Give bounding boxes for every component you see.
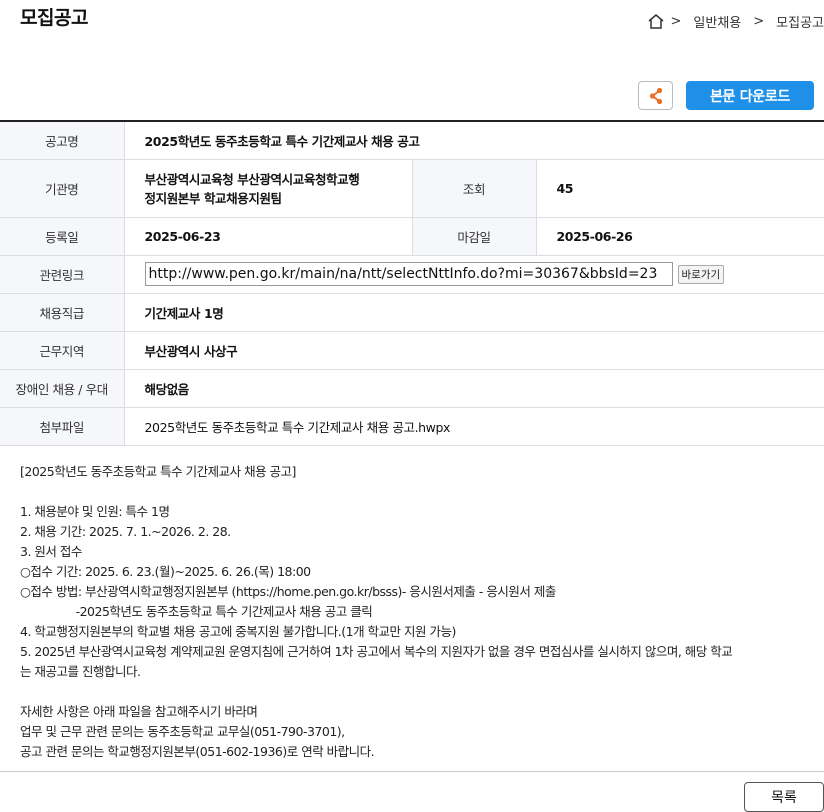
views-value: 45 <box>536 159 824 218</box>
notice-body-line: 4. 학교행정지원본부의 학교별 채용 공고에 중복지원 불가합니다.(1개 학… <box>20 624 456 639</box>
notice-info-table: 공고명 2025학년도 동주초등학교 특수 기간제교사 채용 공고 기관명 부산… <box>0 120 824 446</box>
download-body-button[interactable]: 본문 다운로드 <box>686 81 814 110</box>
notice-body-line: 5. 2025년 부산광역시교육청 계약제교원 운영지침에 근거하여 1차 공고… <box>20 644 733 659</box>
notice-body-line: ○접수 기간: 2025. 6. 23.(월)~2025. 6. 26.(목) … <box>20 564 311 579</box>
share-icon <box>649 87 662 104</box>
table-row: 근무지역 부산광역시 사상구 <box>0 331 824 370</box>
position-value: 기간제교사 1명 <box>124 293 824 332</box>
notice-body-line <box>20 682 802 702</box>
notice-name-value: 2025학년도 동주초등학교 특수 기간제교사 채용 공고 <box>124 121 824 160</box>
notice-body-line: 3. 원서 접수 <box>20 544 82 559</box>
notice-body: [2025학년도 동주초등학교 특수 기간제교사 채용 공고] 1. 채용분야 및… <box>20 462 802 762</box>
list-button[interactable]: 목록 <box>744 782 824 812</box>
notice-body-line: [2025학년도 동주초등학교 특수 기간제교사 채용 공고] <box>20 464 296 479</box>
table-row: 등록일 2025-06-23 마감일 2025-06-26 <box>0 217 824 256</box>
go-link-button[interactable]: 바로가기 <box>677 264 725 284</box>
table-row: 공고명 2025학년도 동주초등학교 특수 기간제교사 채용 공고 <box>0 121 824 160</box>
notice-body-line <box>20 482 802 502</box>
position-label: 채용직급 <box>0 293 125 332</box>
related-link-input[interactable] <box>144 262 673 286</box>
table-row: 채용직급 기간제교사 1명 <box>0 293 824 332</box>
breadcrumb-item-notice[interactable]: 모집공고 <box>776 12 824 31</box>
disability-label: 장애인 채용 / 우대 <box>0 369 125 408</box>
agency-value-line: 정지원본부 학교채용지원팀 <box>144 191 283 206</box>
notice-body-line: ○접수 방법: 부산광역시학교행정지원본부 (https://home.pen.… <box>20 584 556 599</box>
breadcrumb: > 일반채용 > 모집공고 <box>647 12 824 31</box>
table-row: 장애인 채용 / 우대 해당없음 <box>0 369 824 408</box>
breadcrumb-item-general-recruitment[interactable]: 일반채용 <box>693 12 741 31</box>
related-link-label: 관련링크 <box>0 255 125 294</box>
views-label: 조회 <box>412 159 537 218</box>
attachment-label: 첨부파일 <box>0 407 125 446</box>
table-row: 첨부파일 2025학년도 동주초등학교 특수 기간제교사 채용 공고.hwpx <box>0 407 824 446</box>
home-icon[interactable] <box>647 13 665 30</box>
notice-body-line: -2025학년도 동주초등학교 특수 기간제교사 채용 공고 클릭 <box>20 604 373 619</box>
agency-label: 기관명 <box>0 159 125 218</box>
breadcrumb-separator: > <box>670 14 682 29</box>
attachment-file-link[interactable]: 2025학년도 동주초등학교 특수 기간제교사 채용 공고.hwpx <box>124 407 824 446</box>
notice-name-label: 공고명 <box>0 121 125 160</box>
notice-body-line: 는 재공고를 진행합니다. <box>20 664 141 679</box>
notice-body-line: 자세한 사항은 아래 파일을 참고해주시기 바라며 <box>20 704 258 719</box>
breadcrumb-separator: > <box>753 14 765 29</box>
table-row: 기관명 부산광역시교육청 부산광역시교육청학교행 정지원본부 학교채용지원팀 조… <box>0 159 824 218</box>
notice-body-line: 2. 채용 기간: 2025. 7. 1.~2026. 2. 28. <box>20 524 231 539</box>
work-region-value: 부산광역시 사상구 <box>124 331 824 370</box>
divider <box>0 771 824 772</box>
share-button[interactable] <box>638 81 673 110</box>
registration-date-value: 2025-06-23 <box>124 217 413 256</box>
notice-body-line: 1. 채용분야 및 인원: 특수 1명 <box>20 504 170 519</box>
registration-date-label: 등록일 <box>0 217 125 256</box>
agency-value-line: 부산광역시교육청 부산광역시교육청학교행 <box>144 172 360 187</box>
agency-value: 부산광역시교육청 부산광역시교육청학교행 정지원본부 학교채용지원팀 <box>124 159 413 218</box>
work-region-label: 근무지역 <box>0 331 125 370</box>
deadline-value: 2025-06-26 <box>536 217 824 256</box>
related-link-cell: 바로가기 <box>124 255 824 294</box>
table-row: 관련링크 바로가기 <box>0 255 824 294</box>
deadline-label: 마감일 <box>412 217 537 256</box>
notice-body-line: 공고 관련 문의는 학교행정지원본부(051-602-1936)로 연락 바랍니… <box>20 744 375 759</box>
notice-body-line: 업무 및 근무 관련 문의는 동주초등학교 교무실(051-790-3701), <box>20 724 345 739</box>
disability-value: 해당없음 <box>124 369 824 408</box>
page-title: 모집공고 <box>20 7 88 29</box>
